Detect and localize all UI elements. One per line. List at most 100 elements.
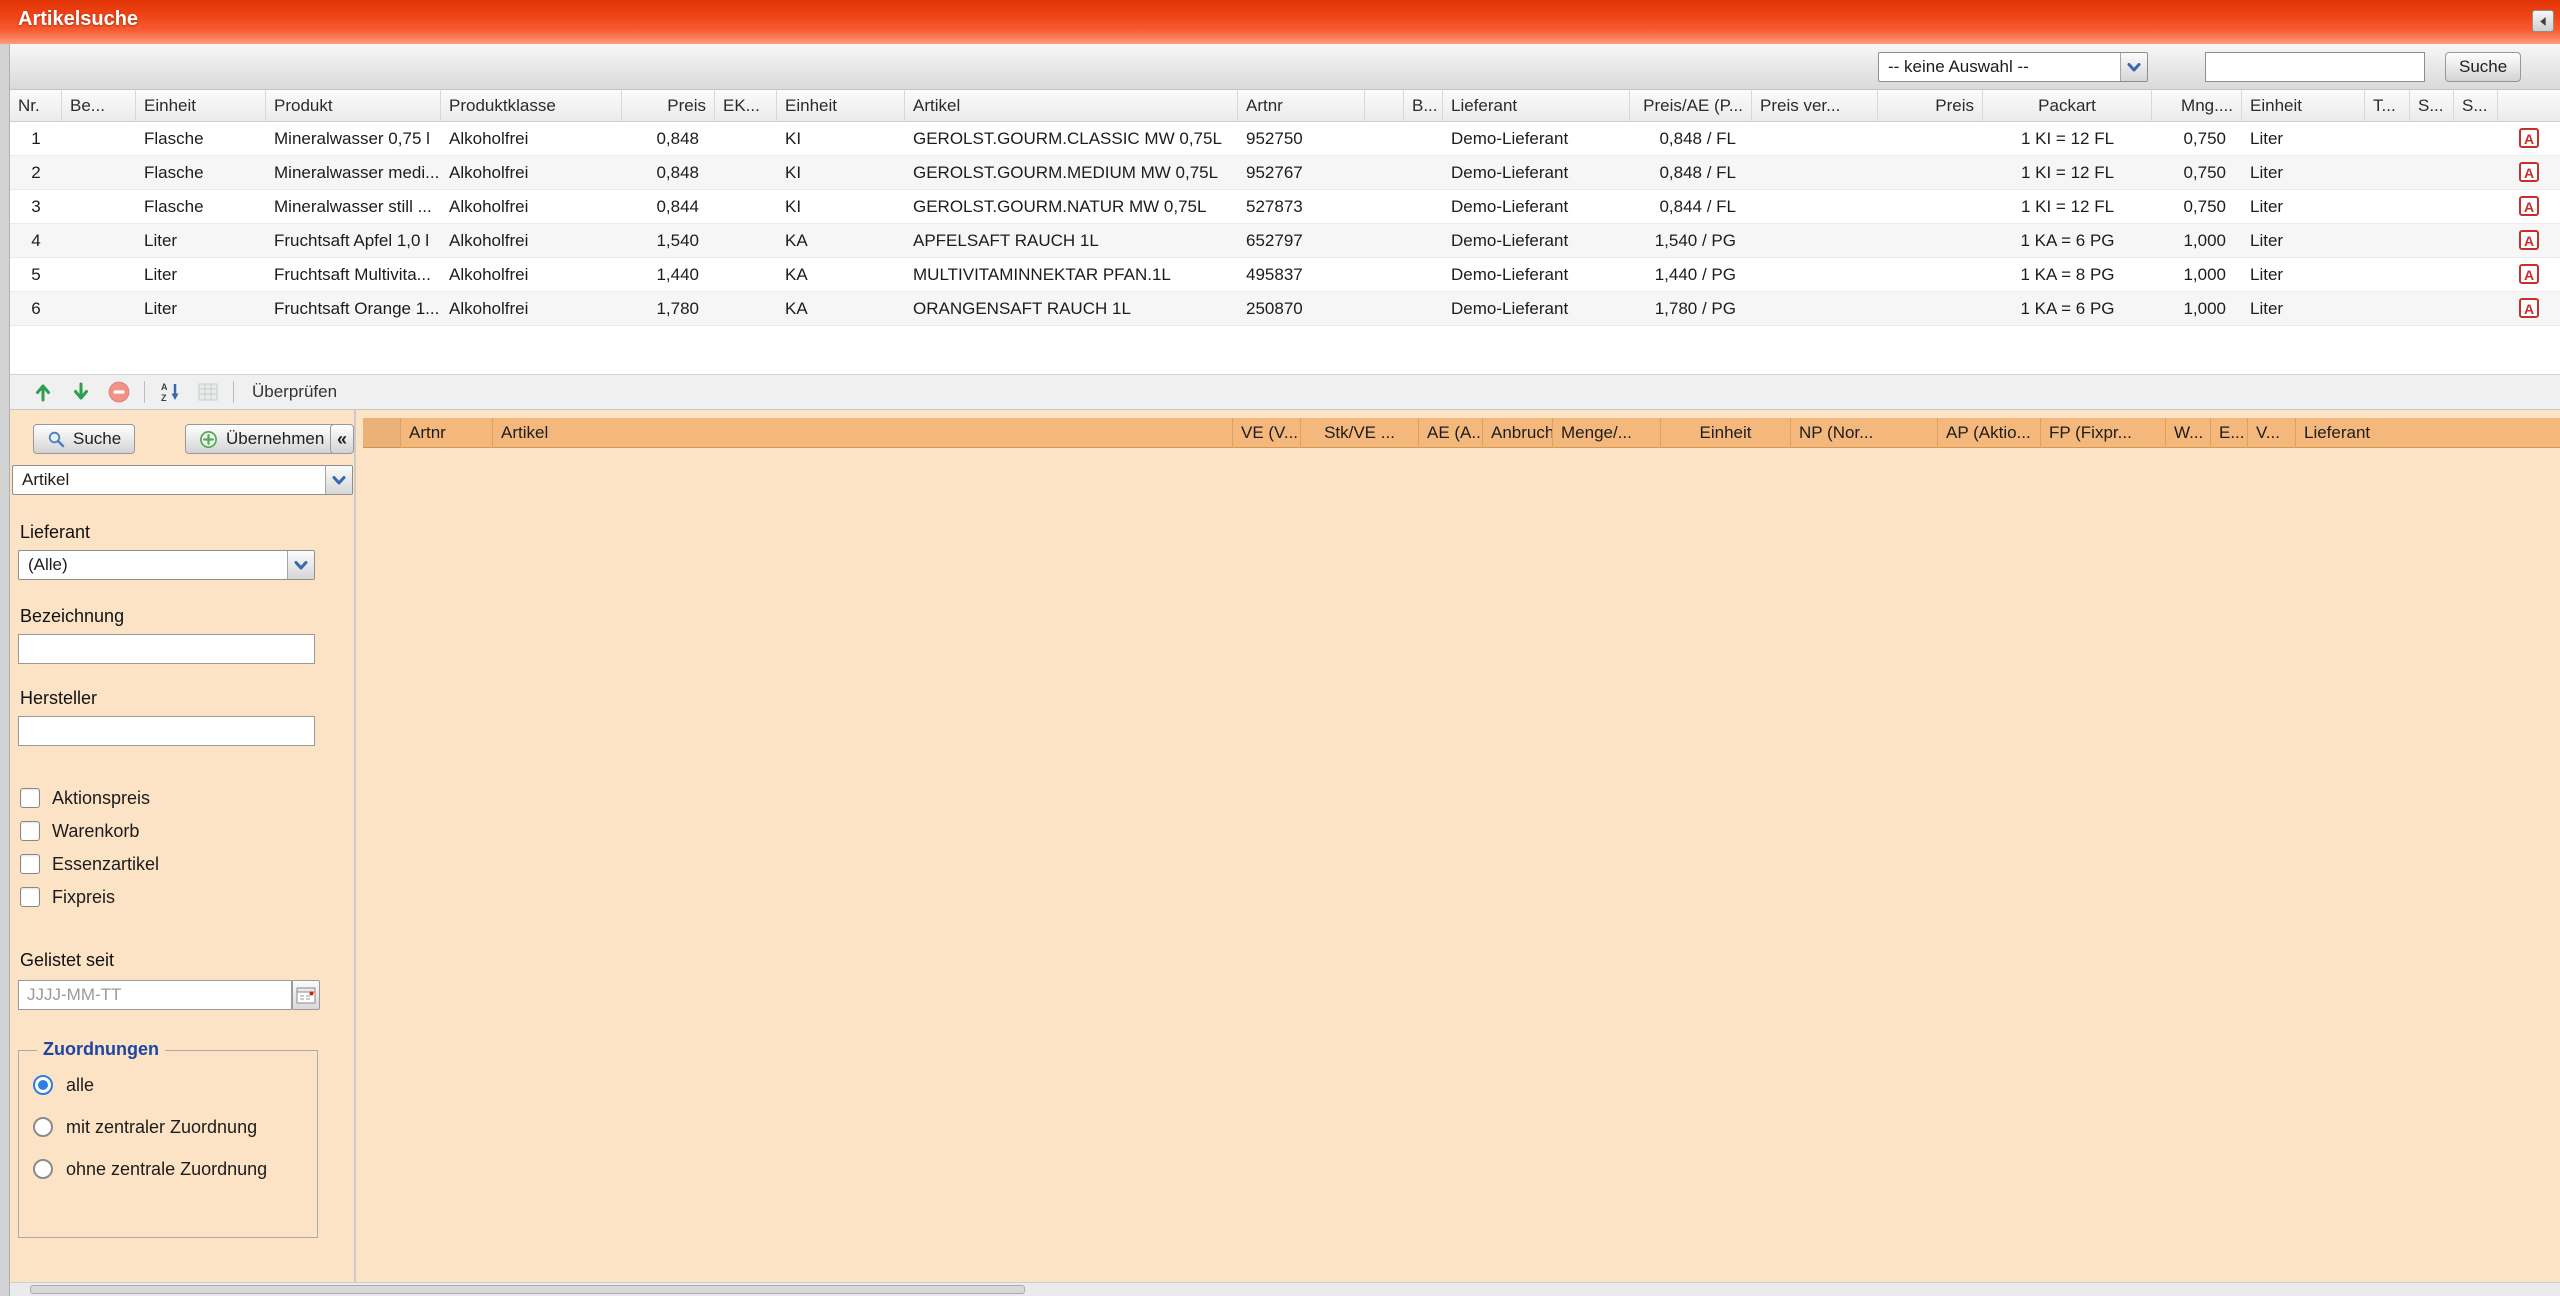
apply-button[interactable]: Übernehmen xyxy=(185,424,338,454)
radio-button[interactable] xyxy=(33,1117,53,1137)
cell xyxy=(62,224,136,257)
table-row[interactable]: 4LiterFruchtsaft Apfel 1,0 lAlkoholfrei1… xyxy=(10,224,2560,258)
checkbox[interactable] xyxy=(20,887,40,907)
column-header[interactable]: Einheit xyxy=(2242,90,2365,122)
checkbox-row-aktionspreis[interactable]: Aktionspreis xyxy=(20,786,150,810)
horizontal-scrollbar[interactable] xyxy=(10,1282,2560,1296)
cell: KA xyxy=(777,258,905,291)
article-flag-icon[interactable]: A xyxy=(2519,298,2539,318)
radio-row-mit-zentraler-zuordnung[interactable]: mit zentraler Zuordnung xyxy=(33,1115,257,1139)
column-header[interactable]: Nr. xyxy=(10,90,62,122)
checkbox[interactable] xyxy=(20,854,40,874)
article-flag-icon[interactable]: A xyxy=(2519,230,2539,250)
cell: Flasche xyxy=(136,190,266,223)
column-header[interactable]: AP (Aktio... xyxy=(1937,418,2040,448)
column-header[interactable]: T... xyxy=(2365,90,2410,122)
move-down-button[interactable] xyxy=(68,379,94,405)
column-header[interactable] xyxy=(2498,90,2560,122)
column-header[interactable]: EK... xyxy=(715,90,777,122)
collapse-panel-button[interactable]: « xyxy=(330,424,354,454)
column-header[interactable]: Mng.... xyxy=(2152,90,2242,122)
column-header[interactable]: NP (Nor... xyxy=(1790,418,1937,448)
radio-button[interactable] xyxy=(33,1159,53,1179)
cell: Fruchtsaft Orange 1... xyxy=(266,292,441,325)
column-header[interactable]: Lieferant xyxy=(2295,418,2560,448)
svg-text:A: A xyxy=(161,382,168,392)
column-header[interactable]: W... xyxy=(2165,418,2210,448)
column-header[interactable]: Anbruch xyxy=(1482,418,1552,448)
column-header[interactable]: Artnr xyxy=(1238,90,1365,122)
checkbox-row-warenkorb[interactable]: Warenkorb xyxy=(20,819,139,843)
column-header[interactable]: Be... xyxy=(62,90,136,122)
column-header[interactable]: Preis ver... xyxy=(1752,90,1878,122)
calendar-button[interactable] xyxy=(292,980,320,1010)
column-header[interactable]: Produkt xyxy=(266,90,441,122)
checkbox[interactable] xyxy=(20,788,40,808)
quick-search-button[interactable]: Suche xyxy=(2445,52,2521,82)
column-header[interactable] xyxy=(363,418,400,448)
column-header[interactable]: Preis/AE (P... xyxy=(1630,90,1752,122)
column-header[interactable]: Artikel xyxy=(492,418,1232,448)
column-header[interactable]: B... xyxy=(1404,90,1443,122)
table-row[interactable]: 5LiterFruchtsaft Multivita...Alkoholfrei… xyxy=(10,258,2560,292)
column-header[interactable]: VE (V... xyxy=(1232,418,1300,448)
collapse-window-button[interactable] xyxy=(2532,10,2554,32)
column-header[interactable]: Artikel xyxy=(905,90,1238,122)
column-header[interactable] xyxy=(1365,90,1404,122)
chevron-down-icon[interactable] xyxy=(287,551,314,579)
column-header[interactable]: V... xyxy=(2247,418,2295,448)
remove-button[interactable] xyxy=(106,379,132,405)
entity-dropdown[interactable]: Artikel xyxy=(12,465,353,495)
quick-search-input[interactable] xyxy=(2205,52,2425,82)
column-header[interactable]: Artnr xyxy=(400,418,492,448)
export-excel-button[interactable] xyxy=(195,379,221,405)
lieferant-dropdown[interactable]: (Alle) xyxy=(18,550,315,580)
radio-row-ohne-zentrale-zuordnung[interactable]: ohne zentrale Zuordnung xyxy=(33,1157,267,1181)
verify-button[interactable]: Überprüfen xyxy=(252,382,337,402)
toolbar-separator xyxy=(233,381,234,403)
cell: Alkoholfrei xyxy=(441,190,622,223)
column-header[interactable]: S... xyxy=(2410,90,2454,122)
column-header[interactable]: FP (Fixpr... xyxy=(2040,418,2165,448)
radio-button[interactable] xyxy=(33,1075,53,1095)
radio-row-alle[interactable]: alle xyxy=(33,1073,94,1097)
chevron-down-icon[interactable] xyxy=(325,466,352,494)
panel-search-button[interactable]: Suche xyxy=(33,424,135,454)
move-up-button[interactable] xyxy=(30,379,56,405)
column-header[interactable]: Preis xyxy=(1878,90,1983,122)
column-header[interactable]: E... xyxy=(2210,418,2247,448)
article-flag-icon[interactable]: A xyxy=(2519,162,2539,182)
horizontal-scrollbar-thumb[interactable] xyxy=(30,1285,1025,1294)
checkbox[interactable] xyxy=(20,821,40,841)
table-row[interactable]: 3FlascheMineralwasser still ...Alkoholfr… xyxy=(10,190,2560,224)
article-flag-icon[interactable]: A xyxy=(2519,264,2539,284)
bezeichnung-input[interactable] xyxy=(18,634,315,664)
column-header[interactable]: Einheit xyxy=(777,90,905,122)
column-header[interactable]: Stk/VE ... xyxy=(1300,418,1418,448)
column-header[interactable]: AE (A... xyxy=(1418,418,1482,448)
column-header[interactable]: Preis xyxy=(622,90,715,122)
checkbox-row-essenzartikel[interactable]: Essenzartikel xyxy=(20,852,159,876)
cell: 1 KA = 6 PG xyxy=(1983,292,2152,325)
cell: A xyxy=(2498,190,2560,223)
column-header[interactable]: Lieferant xyxy=(1443,90,1630,122)
table-row[interactable]: 6LiterFruchtsaft Orange 1...Alkoholfrei1… xyxy=(10,292,2560,326)
hersteller-input[interactable] xyxy=(18,716,315,746)
article-flag-icon[interactable]: A xyxy=(2519,196,2539,216)
cell xyxy=(1404,292,1443,325)
column-header[interactable]: Produktklasse xyxy=(441,90,622,122)
checkbox-row-fixpreis[interactable]: Fixpreis xyxy=(20,885,115,909)
column-header[interactable]: S... xyxy=(2454,90,2498,122)
category-dropdown[interactable]: -- keine Auswahl -- xyxy=(1878,52,2148,82)
article-flag-icon[interactable]: A xyxy=(2519,128,2539,148)
column-header[interactable]: Packart xyxy=(1983,90,2152,122)
chevron-down-icon[interactable] xyxy=(2120,53,2147,81)
table-row[interactable]: 1FlascheMineralwasser 0,75 lAlkoholfrei0… xyxy=(10,122,2560,156)
table-row[interactable]: 2FlascheMineralwasser medi...Alkoholfrei… xyxy=(10,156,2560,190)
column-header[interactable]: Einheit xyxy=(136,90,266,122)
cell xyxy=(2365,122,2410,155)
sort-button[interactable]: A Z xyxy=(157,379,183,405)
gelistet-seit-date-input[interactable] xyxy=(18,980,292,1010)
column-header[interactable]: Menge/... xyxy=(1552,418,1660,448)
column-header[interactable]: Einheit xyxy=(1660,418,1790,448)
